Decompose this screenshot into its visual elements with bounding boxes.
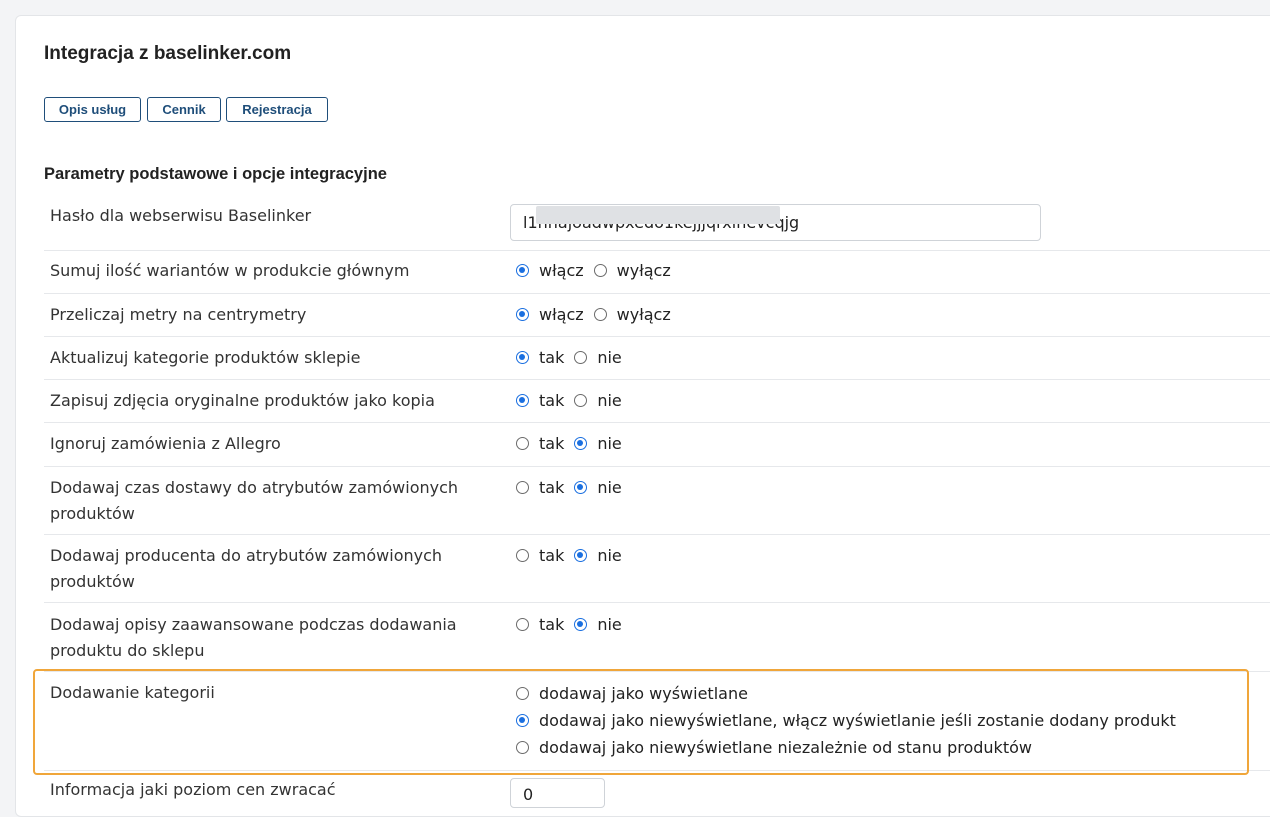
password-label: Hasło dla webserwisu Baselinker (50, 206, 312, 225)
radio-option-2[interactable] (593, 264, 607, 277)
option-label: nie (597, 434, 622, 453)
highlight-box (33, 669, 1249, 775)
setting-row: Dodawaj czas dostawy do atrybutów zamówi… (44, 467, 1270, 535)
section-title: Parametry podstawowe i opcje integracyjn… (44, 165, 387, 183)
radio-option-1[interactable] (516, 264, 529, 277)
radio-option-2[interactable] (574, 481, 588, 494)
setting-label: Ignoruj zamówienia z Allegro (50, 434, 281, 453)
redaction-blur (536, 206, 780, 224)
radio-option-1[interactable] (516, 549, 529, 562)
setting-row: Dodawaj producenta do atrybutów zamówion… (44, 535, 1270, 603)
setting-row: Sumuj ilość wariantów w produkcie główny… (44, 251, 1270, 294)
price-level-row: Informacja jaki poziom cen zwracać (44, 771, 1270, 801)
option-label: włącz (539, 261, 584, 280)
setting-label: Dodawaj producenta do atrybutów zamówion… (50, 546, 443, 591)
radio-option-1[interactable] (516, 481, 529, 494)
page-title: Integracja z baselinker.com (44, 43, 292, 64)
setting-label: Aktualizuj kategorie produktów sklepie (50, 348, 361, 367)
setting-label: Dodawaj opisy zaawansowane podczas dodaw… (50, 615, 457, 660)
option-label: wyłącz (616, 305, 671, 324)
option-label: tak (539, 391, 565, 410)
radio-option-1[interactable] (516, 308, 529, 321)
setting-label: Przeliczaj metry na centrymetry (50, 305, 307, 324)
radio-option-2[interactable] (574, 618, 588, 631)
option-label: nie (597, 546, 622, 565)
radio-option-2[interactable] (574, 351, 588, 364)
option-label: tak (539, 615, 565, 634)
option-label: włącz (539, 305, 584, 324)
radio-option-2[interactable] (574, 437, 588, 450)
setting-row: Aktualizuj kategorie produktów sklepie t… (44, 337, 1270, 380)
setting-label: Zapisuj zdjęcia oryginalne produktów jak… (50, 391, 435, 410)
setting-row: Ignoruj zamówienia z Allegro tak nie (44, 423, 1270, 467)
setting-label: Sumuj ilość wariantów w produkcie główny… (50, 261, 410, 280)
radio-option-1[interactable] (516, 618, 529, 631)
option-label: nie (597, 615, 622, 634)
option-label: tak (539, 546, 565, 565)
radio-option-2[interactable] (574, 394, 588, 407)
radio-option-2[interactable] (574, 549, 588, 562)
price-level-field[interactable]: 0 (510, 778, 605, 808)
radio-option-1[interactable] (516, 437, 529, 450)
option-label: tak (539, 348, 565, 367)
opis-uslug-button[interactable]: Opis usług (44, 97, 141, 122)
option-label: nie (597, 348, 622, 367)
option-label: tak (539, 478, 565, 497)
radio-option-1[interactable] (516, 394, 529, 407)
price-level-label: Informacja jaki poziom cen zwracać (50, 780, 336, 799)
price-level-value: 0 (523, 785, 534, 804)
option-label: nie (597, 391, 622, 410)
setting-row: Przeliczaj metry na centrymetry włącz wy… (44, 294, 1270, 337)
option-label: tak (539, 434, 565, 453)
cennik-button[interactable]: Cennik (147, 97, 221, 122)
setting-label: Dodawaj czas dostawy do atrybutów zamówi… (50, 478, 459, 523)
option-label: nie (597, 478, 622, 497)
setting-row: Dodawaj opisy zaawansowane podczas dodaw… (44, 603, 1270, 672)
radio-option-2[interactable] (593, 308, 607, 321)
radio-option-1[interactable] (516, 351, 529, 364)
option-label: wyłącz (616, 261, 671, 280)
rejestracja-button[interactable]: Rejestracja (226, 97, 328, 122)
setting-row: Zapisuj zdjęcia oryginalne produktów jak… (44, 380, 1270, 423)
